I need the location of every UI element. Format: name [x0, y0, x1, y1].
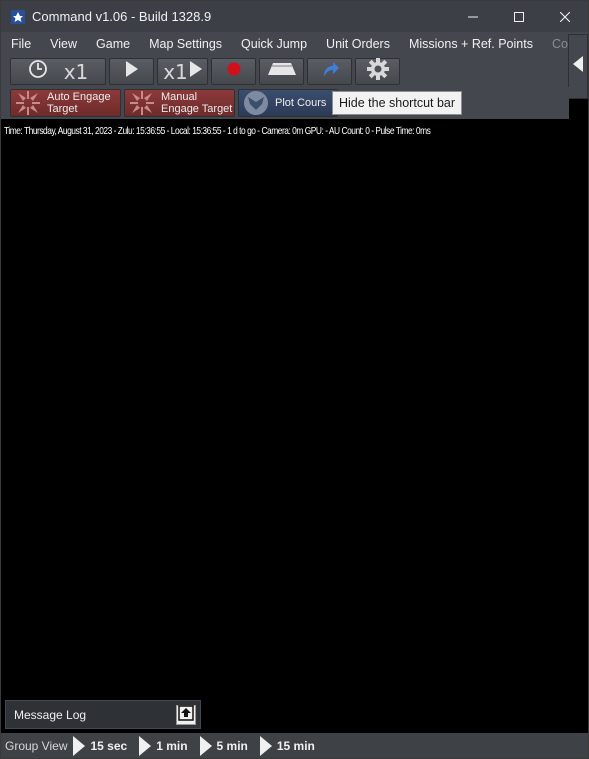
collapse-arrow-icon — [573, 56, 583, 77]
plot-course-label: Plot Cours — [275, 97, 327, 109]
app-window: Command v1.06 - Build 1328.9 File View G… — [0, 0, 589, 759]
crosshair-arrows-icon — [129, 90, 155, 116]
maximize-icon — [514, 11, 524, 22]
main-toolbar: x1 x1 — [1, 56, 588, 87]
time-compression-button[interactable]: x1 — [10, 58, 106, 85]
layer-icon — [266, 61, 298, 82]
time-compression-label: x1 — [63, 59, 89, 84]
jump-button[interactable] — [307, 58, 352, 85]
menu-bar: File View Game Map Settings Quick Jump U… — [1, 32, 588, 56]
menu-file[interactable]: File — [1, 32, 40, 56]
arrow-right-icon — [73, 735, 86, 756]
collapse-panel-tab[interactable] — [568, 34, 588, 99]
group-view-option-label: 5 min — [216, 738, 248, 753]
message-log-expand-button[interactable] — [176, 704, 196, 726]
close-icon — [560, 11, 570, 22]
group-view-option-label: 1 min — [156, 738, 188, 753]
message-log-label: Message Log — [14, 707, 87, 722]
minimize-button[interactable] — [450, 1, 496, 32]
group-view-option-1-min[interactable]: 1 min — [139, 733, 199, 758]
minimize-icon — [468, 16, 478, 17]
group-view-option-5-min[interactable]: 5 min — [199, 733, 260, 758]
record-button[interactable] — [211, 58, 256, 85]
record-icon — [227, 62, 241, 81]
play-icon — [125, 61, 139, 82]
map-view[interactable]: Time: Thursday, August 31, 2023 - Zulu: … — [1, 119, 588, 733]
step-play-icon — [189, 61, 202, 82]
group-view-bar: Group View 15 sec 1 min 5 min 15 min — [1, 733, 588, 758]
play-button[interactable] — [109, 58, 154, 85]
window-title: Command v1.06 - Build 1328.9 — [32, 9, 212, 24]
title-bar[interactable]: Command v1.06 - Build 1328.9 — [1, 1, 588, 32]
arrow-right-icon — [139, 735, 152, 756]
plot-course-button[interactable]: Plot Cours — [238, 89, 338, 117]
gear-icon — [366, 58, 389, 85]
group-view-option-label: 15 min — [276, 738, 315, 753]
group-view-option-15-sec[interactable]: 15 sec — [73, 733, 139, 758]
clock-icon — [28, 59, 48, 84]
maximize-button[interactable] — [496, 1, 542, 32]
upload-arrow-icon — [178, 704, 194, 726]
menu-unit-orders[interactable]: Unit Orders — [316, 32, 399, 56]
jump-icon — [320, 59, 340, 84]
arrow-right-icon — [199, 735, 212, 756]
auto-engage-target-button[interactable]: Auto Engage Target — [10, 89, 121, 117]
plot-course-icon — [243, 90, 269, 116]
close-button[interactable] — [542, 1, 588, 32]
manual-engage-target-button[interactable]: Manual Engage Target — [124, 89, 235, 117]
menu-view[interactable]: View — [40, 32, 86, 56]
menu-game[interactable]: Game — [86, 32, 139, 56]
group-view-label: Group View — [5, 738, 68, 753]
layer-button[interactable] — [259, 58, 304, 85]
menu-map-settings[interactable]: Map Settings — [139, 32, 231, 56]
shortcut-bar-tooltip: Hide the shortcut bar — [332, 91, 463, 115]
menu-quick-jump[interactable]: Quick Jump — [231, 32, 316, 56]
step-speed-button[interactable]: x1 — [157, 58, 208, 85]
shortcut-bar: Auto Engage Target Manual Engage Target … — [1, 87, 569, 119]
group-view-option-15-min[interactable]: 15 min — [259, 733, 327, 758]
settings-button[interactable] — [355, 58, 400, 85]
menu-missions[interactable]: Missions + Ref. Points — [399, 32, 542, 56]
manual-engage-label: Manual Engage Target — [161, 91, 233, 115]
speed-label: x1 — [163, 59, 188, 84]
auto-engage-label: Auto Engage Target — [47, 91, 111, 115]
status-line: Time: Thursday, August 31, 2023 - Zulu: … — [4, 125, 431, 137]
window-controls — [450, 1, 588, 32]
app-logo-icon — [11, 9, 25, 24]
group-view-option-label: 15 sec — [90, 738, 128, 753]
crosshair-arrows-icon — [15, 90, 41, 116]
message-log-panel[interactable]: Message Log — [5, 700, 201, 729]
arrow-right-icon — [259, 735, 272, 756]
